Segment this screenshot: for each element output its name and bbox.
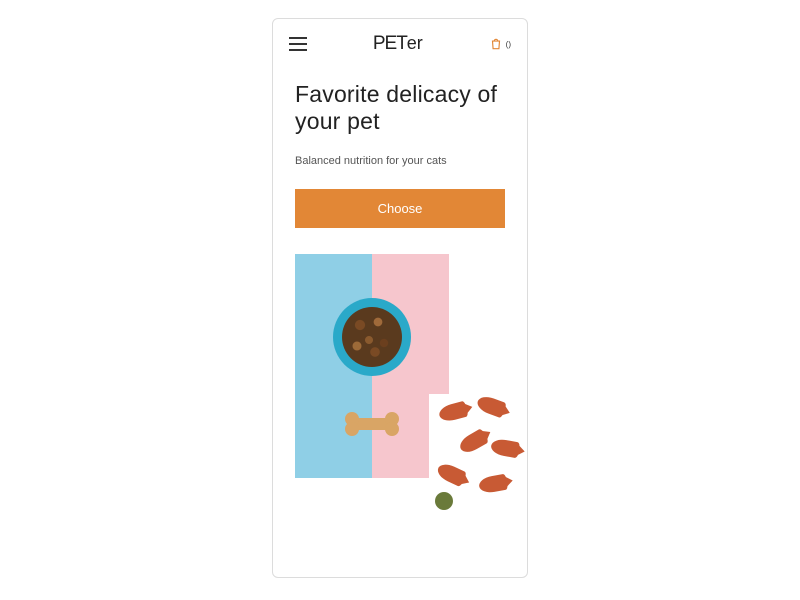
hero-headline: Favorite delicacy of your pet — [295, 81, 505, 135]
top-bar: PETer () — [273, 19, 527, 61]
menu-icon[interactable] — [289, 37, 307, 51]
choose-button[interactable]: Choose — [295, 189, 505, 228]
bag-icon — [489, 37, 503, 51]
hero-gallery — [273, 254, 527, 514]
bone-icon — [345, 412, 399, 436]
treats-image — [429, 394, 527, 514]
cart-count: () — [506, 40, 511, 49]
hero-subline: Balanced nutrition for your cats — [295, 155, 505, 167]
mobile-viewport: PETer () Favorite delicacy of your pet B… — [272, 18, 528, 578]
bowl-icon — [333, 298, 411, 376]
hero-section: Favorite delicacy of your pet Balanced n… — [273, 61, 527, 167]
food-bowl-image — [295, 254, 449, 478]
cart-button[interactable]: () — [489, 37, 511, 51]
brand-logo[interactable]: PETer — [373, 33, 423, 55]
